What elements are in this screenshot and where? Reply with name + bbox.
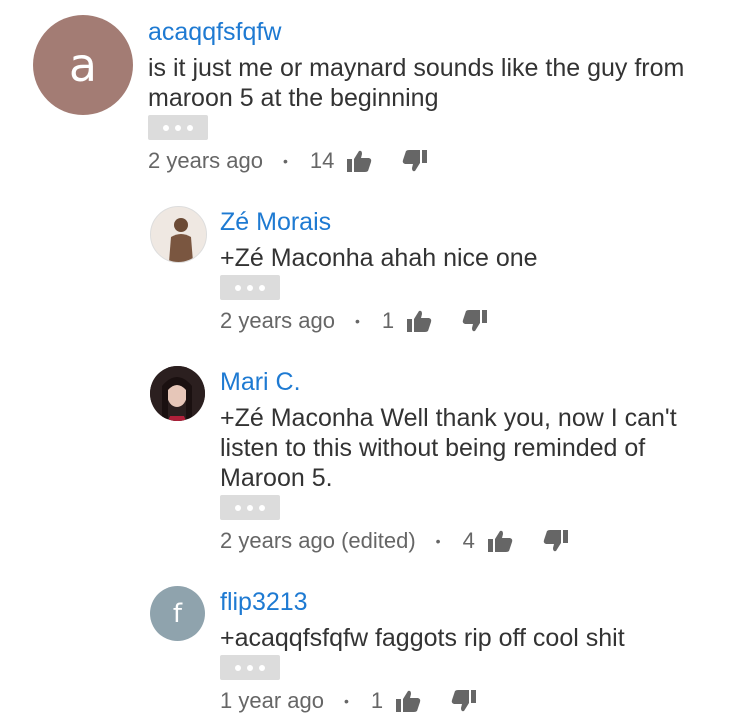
more-icon[interactable] [220,495,280,520]
profile-photo-icon [150,366,205,421]
comment-author[interactable]: acaqqfsfqfw [148,17,281,47]
reply-comment: Mari C. +Zé Maconha Well thank you, now … [0,350,750,570]
separator-dot: • [282,153,288,169]
separator-dot: • [343,693,349,709]
avatar[interactable]: f [150,586,205,641]
comment-timestamp: 2 years ago [148,148,263,173]
thumbs-down-icon[interactable] [543,529,569,553]
thumbs-down-icon[interactable] [451,689,477,713]
thumbs-up-icon[interactable] [406,309,432,333]
like-count: 4 [462,528,475,553]
comment-timestamp: 2 years ago [220,308,335,333]
like-count: 14 [309,148,335,173]
profile-photo-icon [151,207,206,262]
avatar[interactable]: a [33,15,133,115]
more-icon[interactable] [220,655,280,680]
comment-text: is it just me or maynard sounds like the… [148,54,685,112]
separator-dot: • [354,313,360,329]
separator-dot: • [435,533,441,549]
comment-meta: 2 years ago • 14 [148,146,428,176]
avatar[interactable] [150,366,205,421]
more-icon[interactable] [148,115,208,140]
thumbs-down-icon[interactable] [402,149,428,173]
comment-thread-top: a acaqqfsfqfw is it just me or maynard s… [0,0,750,190]
avatar-letter: f [172,598,183,629]
comment-meta: 2 years ago (edited) • 4 [220,526,569,556]
reply-comment: f flip3213 +acaqqfsfqfw faggots rip off … [0,570,750,719]
comment-timestamp: 2 years ago (edited) [220,528,416,553]
comment-text: +acaqqfsfqfw faggots rip off cool shit [220,624,625,652]
comment-meta: 2 years ago • 1 [220,306,488,336]
thumbs-up-icon[interactable] [346,149,372,173]
thumbs-down-icon[interactable] [462,309,488,333]
comment-timestamp: 1 year ago [220,688,324,713]
thumbs-up-icon[interactable] [487,529,513,553]
like-count: 1 [370,688,384,713]
like-count: 1 [381,308,395,333]
comment-author[interactable]: flip3213 [220,587,308,617]
comment-author[interactable]: Zé Morais [220,207,331,237]
more-icon[interactable] [220,275,280,300]
comment-author[interactable]: Mari C. [220,367,301,397]
avatar[interactable] [150,206,207,263]
comment-text: +Zé Maconha Well thank you, now I can't … [220,404,677,492]
comment-text: +Zé Maconha ahah nice one [220,244,538,272]
avatar-letter: a [68,38,98,92]
comment-meta: 1 year ago • 1 [220,686,477,716]
reply-comment: Zé Morais +Zé Maconha ahah nice one 2 ye… [0,190,750,350]
thumbs-up-icon[interactable] [395,689,421,713]
